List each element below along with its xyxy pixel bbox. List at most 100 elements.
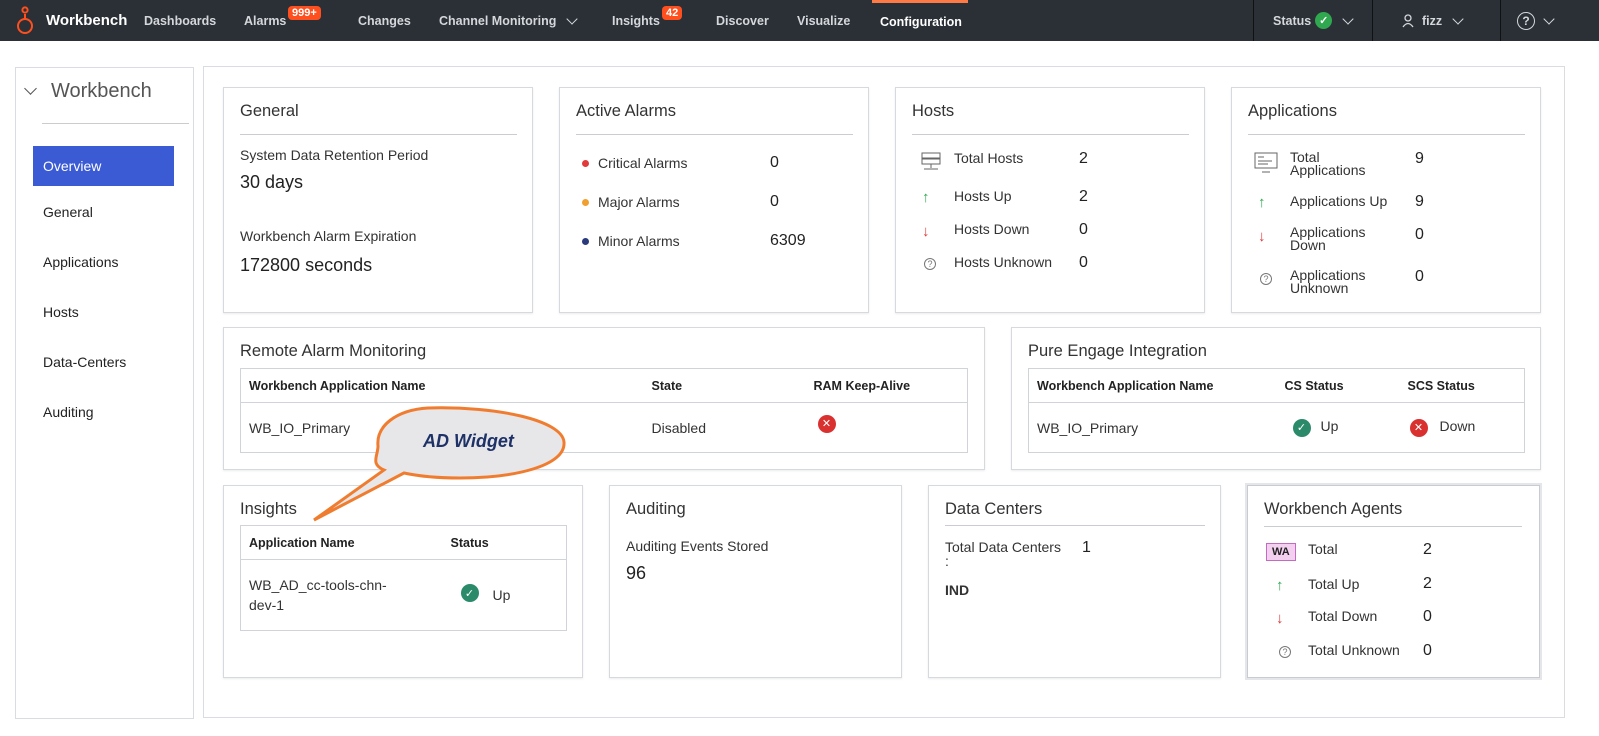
major-dot-icon [582, 199, 589, 206]
nav-dashboards[interactable]: Dashboards [144, 0, 216, 41]
hosts-card: Hosts Total Hosts 2 ↑ Hosts Up 2 ↓ Hosts… [895, 87, 1205, 313]
name-line: dev-1 [249, 597, 285, 613]
alarm-label[interactable]: Critical Alarms [598, 155, 687, 171]
nav-configuration[interactable]: Configuration [872, 0, 968, 41]
column-header[interactable]: RAM Keep-Alive [805, 368, 968, 403]
column-header[interactable]: SCS Status [1399, 368, 1525, 403]
card-title: Remote Alarm Monitoring [240, 342, 427, 360]
applications-value: 0 [1415, 268, 1424, 285]
nav-changes[interactable]: Changes [358, 0, 411, 41]
applications-label: Applications Up [1290, 193, 1388, 209]
status-menu[interactable]: Status ✓ [1273, 0, 1354, 41]
help-icon: ? [1517, 11, 1535, 30]
cs-status-text: Up [1320, 418, 1339, 435]
sidebar-item-auditing[interactable]: Auditing [33, 392, 174, 432]
column-header[interactable]: Workbench Application Name [1028, 368, 1277, 403]
agents-value: 2 [1423, 541, 1432, 558]
nav-divider [1500, 0, 1501, 41]
agent-badge-icon: WA [1266, 543, 1296, 561]
nav-channel-monitoring[interactable]: Channel Monitoring [439, 0, 579, 41]
agents-label: Total Down [1308, 608, 1378, 624]
sidebar-item-hosts[interactable]: Hosts [33, 292, 174, 332]
hosts-value: 2 [1079, 150, 1088, 167]
critical-dot-icon [582, 160, 589, 167]
column-header[interactable]: Status [442, 525, 567, 560]
alarm-label[interactable]: Minor Alarms [598, 233, 680, 249]
user-menu[interactable]: fizz [1402, 0, 1464, 41]
nav-insights[interactable]: Insights [612, 0, 660, 41]
auditing-label: Auditing Events Stored [626, 538, 769, 554]
column-header[interactable]: Workbench Application Name [240, 368, 644, 403]
column-header[interactable]: CS Status [1276, 368, 1400, 403]
app-name-cell: WB_AD_cc-tools-chn-dev-1 [240, 559, 443, 631]
scs-status-cell: ✕ Down [1399, 402, 1525, 453]
sidebar-item-general[interactable]: General [33, 192, 174, 232]
nav-discover[interactable]: Discover [716, 0, 769, 41]
general-card: General System Data Retention Period 30 … [223, 87, 533, 313]
status-cell: ✓ Up [442, 559, 567, 631]
check-circle-icon: ✓ [1315, 12, 1333, 29]
divider [1264, 526, 1522, 527]
retention-label: System Data Retention Period [240, 147, 429, 163]
insights-card: Insights Application Name Status WB_AD_c… [223, 485, 583, 678]
chevron-down-icon [1452, 12, 1464, 25]
data-centers-label: Total Data Centers: [945, 540, 1061, 568]
hosts-label: Hosts Down [954, 221, 1030, 237]
divider [945, 525, 1205, 526]
divider [576, 134, 853, 135]
sidebar-item-overview[interactable]: Overview [33, 146, 174, 186]
nav-alarms[interactable]: Alarms [244, 0, 286, 41]
hosts-label: Hosts Up [954, 188, 1012, 204]
sidebar-title[interactable]: Workbench [24, 80, 152, 103]
applications-value: 9 [1415, 193, 1424, 210]
sidebar-item-applications[interactable]: Applications [33, 242, 174, 282]
label-line: : [945, 553, 949, 569]
nav-configuration-label: Configuration [880, 15, 962, 29]
expiration-label: Workbench Alarm Expiration [240, 228, 417, 244]
ram-table: Workbench Application Name State RAM Kee… [240, 368, 968, 453]
column-header[interactable]: Application Name [240, 525, 443, 560]
brand[interactable]: Workbench [0, 0, 140, 41]
active-alarms-card: Active Alarms Critical Alarms 0 Major Al… [559, 87, 869, 313]
card-title: Workbench Agents [1264, 500, 1403, 518]
error-circle-icon: ✕ [1409, 418, 1428, 437]
applications-label: Applications Unknown [1290, 268, 1366, 295]
label-line: Down [1290, 237, 1326, 253]
data-centers-value: 1 [1082, 539, 1091, 556]
applications-label: Applications Down [1290, 225, 1366, 253]
arrow-up-icon: ↑ [1276, 577, 1284, 594]
agents-value: 0 [1423, 642, 1432, 659]
hosts-label: Hosts Unknown [954, 254, 1053, 270]
sidebar-item-data-centers[interactable]: Data-Centers [33, 342, 174, 382]
agents-value: 0 [1423, 608, 1432, 625]
data-center-item[interactable]: IND [945, 582, 969, 598]
nav-divider [1372, 0, 1373, 41]
user-label: fizz [1422, 13, 1443, 28]
card-title: Pure Engage Integration [1028, 342, 1207, 360]
alarm-label[interactable]: Major Alarms [598, 194, 680, 210]
server-icon [921, 152, 941, 177]
alarm-value: 0 [770, 154, 779, 171]
nav-discover-label: Discover [716, 13, 769, 28]
expiration-value: 172800 seconds [240, 255, 373, 275]
genesys-logo-icon [14, 4, 36, 38]
nav-alarms-label: Alarms [244, 13, 287, 28]
card-title: General [240, 102, 299, 120]
arrow-up-icon: ↑ [1258, 194, 1266, 211]
table-row: WB_IO_Primary ✓ Up ✕ Down [1028, 402, 1525, 453]
card-title: Insights [240, 500, 297, 518]
nav-dashboards-label: Dashboards [144, 13, 217, 28]
remote-alarm-monitoring-card: Remote Alarm Monitoring Workbench Applic… [223, 327, 985, 470]
alarms-count-badge: 999+ [288, 6, 321, 20]
sidebar-title-label: Workbench [51, 80, 152, 102]
error-circle-icon: ✕ [817, 414, 836, 433]
workbench-agents-card: Workbench Agents WA Total 2 ↑ Total Up 2… [1247, 485, 1540, 678]
nav-visualize[interactable]: Visualize [797, 0, 850, 41]
column-header[interactable]: State [643, 368, 806, 403]
check-circle-icon: ✓ [460, 584, 479, 603]
label-line: Total Data Centers [945, 539, 1061, 555]
status-text: Up [492, 587, 511, 603]
help-menu[interactable]: ? [1517, 0, 1555, 41]
agents-label: Total Up [1308, 576, 1360, 592]
question-icon: ? [1260, 273, 1272, 285]
